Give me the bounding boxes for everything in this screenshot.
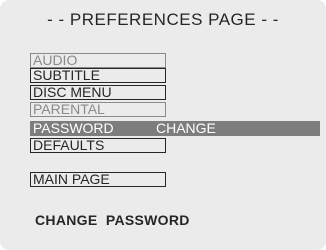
- menu-item-subtitle[interactable]: SUBTITLE: [30, 68, 166, 83]
- status-text: CHANGE PASSWORD: [35, 212, 190, 228]
- page-title: - - PREFERENCES PAGE - -: [47, 10, 279, 29]
- change-option[interactable]: CHANGE: [153, 121, 320, 136]
- main-page-button[interactable]: MAIN PAGE: [30, 172, 166, 187]
- menu-item-password[interactable]: PASSWORD: [30, 121, 166, 136]
- preferences-screen: - - PREFERENCES PAGE - - AUDIO SUBTITLE …: [0, 0, 326, 250]
- menu-item-defaults[interactable]: DEFAULTS: [30, 138, 166, 153]
- menu-item-audio[interactable]: AUDIO: [30, 53, 166, 68]
- menu-item-disc-menu[interactable]: DISC MENU: [30, 85, 166, 100]
- menu-item-parental[interactable]: PARENTAL: [30, 102, 166, 117]
